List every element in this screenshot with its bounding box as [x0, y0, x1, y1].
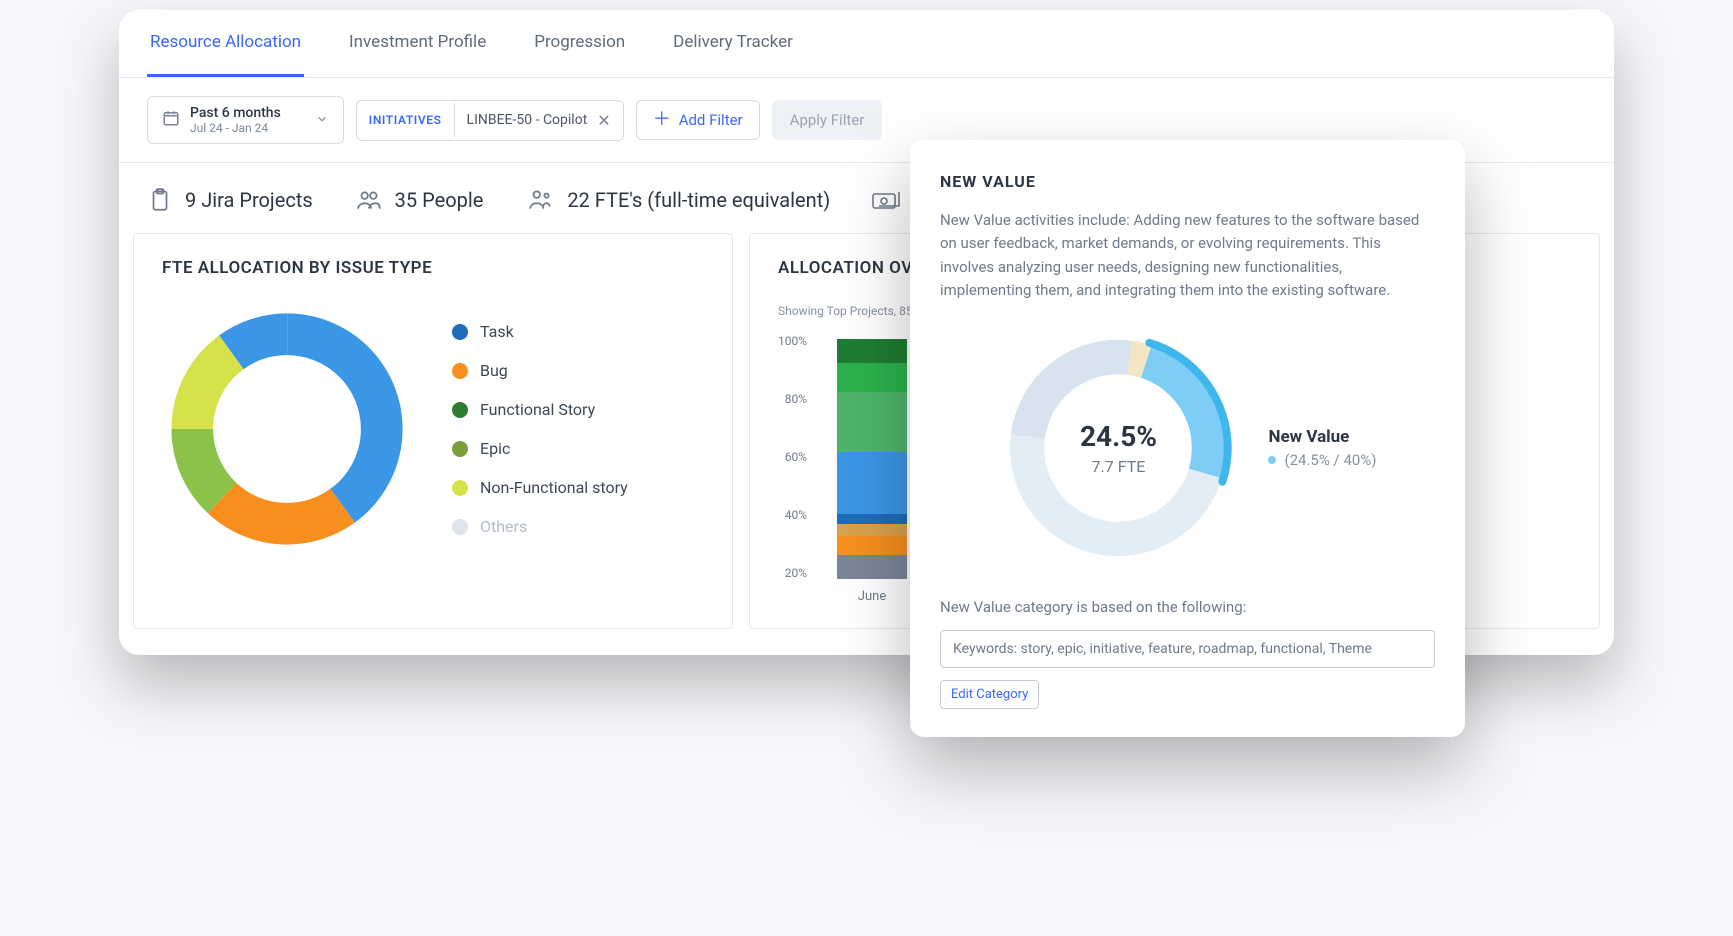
new-value-fte: 7.7 FTE	[1080, 457, 1157, 476]
dot-icon	[452, 519, 468, 535]
dot-icon	[1268, 456, 1276, 464]
dot-icon	[452, 441, 468, 457]
legend-epic[interactable]: Epic	[452, 439, 628, 458]
donut-chart-fte	[162, 304, 412, 554]
tab-progression[interactable]: Progression	[531, 10, 628, 77]
callout-title: New Value	[1268, 427, 1376, 447]
edit-category-button[interactable]: Edit Category	[940, 680, 1039, 709]
close-icon[interactable]: ✕	[597, 111, 610, 130]
tab-investment-profile[interactable]: Investment Profile	[346, 10, 489, 77]
clipboard-icon	[147, 187, 173, 213]
dot-icon	[452, 480, 468, 496]
add-filter-button[interactable]: ＋ Add Filter	[636, 100, 760, 140]
bar-june[interactable]: June	[837, 339, 907, 604]
panel-fte-allocation: FTE ALLOCATION BY ISSUE TYPE Task Bug Fu…	[133, 233, 733, 629]
person-icon	[525, 187, 555, 213]
stat-people-text: 35 People	[395, 188, 484, 212]
add-filter-label: Add Filter	[679, 111, 743, 129]
panel-fte-allocation-title: FTE ALLOCATION BY ISSUE TYPE	[162, 258, 704, 278]
tab-resource-allocation[interactable]: Resource Allocation	[147, 10, 304, 77]
legend-others[interactable]: Others	[452, 517, 628, 536]
calendar-icon	[162, 109, 180, 131]
people-icon	[355, 187, 383, 213]
money-icon	[872, 189, 902, 211]
stat-fte-text: 22 FTE's (full-time equivalent)	[567, 188, 830, 212]
initiative-filter-chip[interactable]: INITIATIVES LINBEE-50 - Copilot ✕	[356, 100, 624, 141]
date-range-select[interactable]: Past 6 months Jul 24 - Jan 24	[147, 96, 344, 144]
legend-bug[interactable]: Bug	[452, 361, 628, 380]
new-value-title: NEW VALUE	[940, 172, 1435, 191]
stat-projects: 9 Jira Projects	[147, 187, 313, 213]
new-value-donut: 24.5% 7.7 FTE	[998, 328, 1238, 568]
dot-icon	[452, 363, 468, 379]
chevron-down-icon	[315, 111, 329, 130]
stat-fte: 22 FTE's (full-time equivalent)	[525, 187, 830, 213]
new-value-callout: New Value (24.5% / 40%)	[1268, 427, 1376, 469]
plus-icon: ＋	[653, 111, 671, 129]
date-range-sub: Jul 24 - Jan 24	[190, 121, 281, 135]
new-value-note: New Value category is based on the follo…	[940, 598, 1435, 616]
date-range-text: Past 6 months Jul 24 - Jan 24	[190, 105, 281, 135]
legend-nonfunctional-story[interactable]: Non-Functional story	[452, 478, 628, 497]
keywords-box: Keywords: story, epic, initiative, featu…	[940, 630, 1435, 668]
stat-people: 35 People	[355, 187, 484, 213]
donut-legend: Task Bug Functional Story Epic Non-Funct…	[452, 322, 628, 536]
apply-filter-button[interactable]: Apply Filter	[772, 100, 883, 140]
tab-delivery-tracker[interactable]: Delivery Tracker	[670, 10, 796, 77]
dot-icon	[452, 324, 468, 340]
new-value-card: NEW VALUE New Value activities include: …	[910, 140, 1465, 737]
date-range-title: Past 6 months	[190, 105, 281, 121]
stat-projects-text: 9 Jira Projects	[185, 188, 313, 212]
y-axis: 100% 80% 60% 40% 20%	[778, 334, 807, 604]
new-value-percent: 24.5%	[1080, 420, 1157, 453]
initiative-filter-value-text: LINBEE-50 - Copilot	[467, 112, 588, 128]
dot-icon	[452, 402, 468, 418]
tab-bar: Resource Allocation Investment Profile P…	[119, 10, 1614, 78]
bar-label-june: June	[858, 589, 886, 604]
legend-task[interactable]: Task	[452, 322, 628, 341]
initiative-filter-label: INITIATIVES	[357, 103, 455, 137]
initiative-filter-value: LINBEE-50 - Copilot ✕	[455, 101, 623, 140]
new-value-description: New Value activities include: Adding new…	[940, 209, 1435, 302]
callout-sub: (24.5% / 40%)	[1268, 451, 1376, 469]
legend-functional-story[interactable]: Functional Story	[452, 400, 628, 419]
